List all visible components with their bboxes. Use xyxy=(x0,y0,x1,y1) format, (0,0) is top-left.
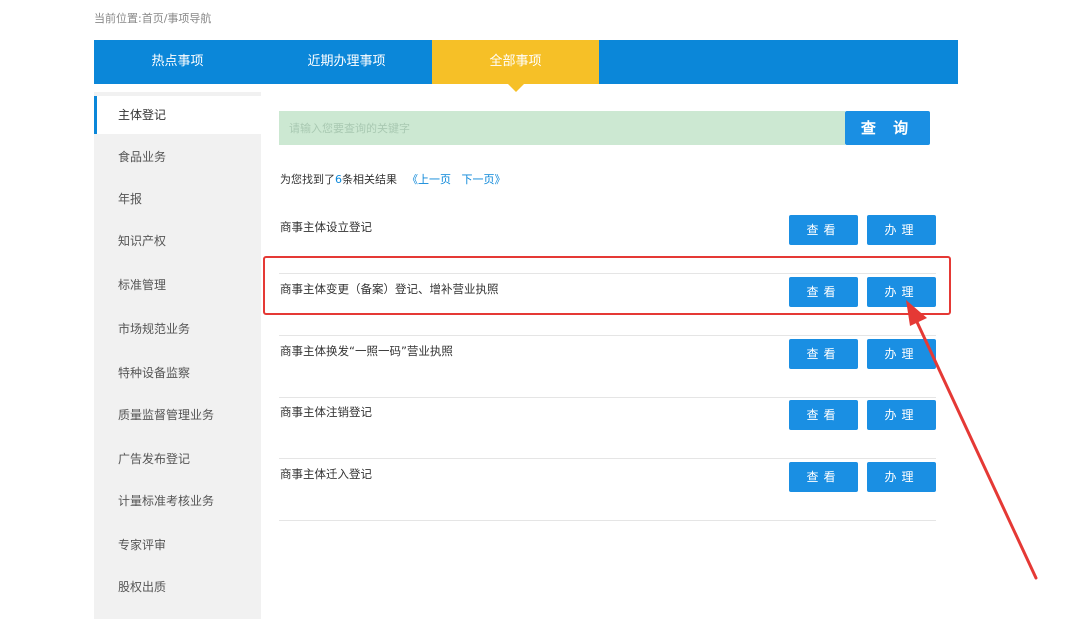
sidebar-item-special-equipment[interactable]: 特种设备监察 xyxy=(94,354,261,392)
sidebar-item-annual-report[interactable]: 年报 xyxy=(94,180,261,218)
sidebar-item-entity-registration[interactable]: 主体登记 xyxy=(94,96,261,134)
sidebar-item-food-business[interactable]: 食品业务 xyxy=(94,138,261,176)
tab-hot-items[interactable]: 热点事项 xyxy=(94,40,261,84)
sidebar-item-market-regulation[interactable]: 市场规范业务 xyxy=(94,310,261,348)
search-input[interactable] xyxy=(279,111,845,145)
view-button[interactable]: 查看 xyxy=(789,277,858,307)
view-button[interactable]: 查看 xyxy=(789,400,858,430)
item-title[interactable]: 商事主体设立登记 xyxy=(280,212,372,242)
result-prefix: 为您找到了 xyxy=(280,173,335,186)
sidebar-item-quality-supervision[interactable]: 质量监督管理业务 xyxy=(94,396,261,434)
item-title[interactable]: 商事主体注销登记 xyxy=(280,397,372,427)
sidebar-item-intellectual-property[interactable]: 知识产权 xyxy=(94,222,261,260)
handle-button[interactable]: 办理 xyxy=(867,462,936,492)
search-button[interactable]: 查 询 xyxy=(845,111,930,145)
item-title[interactable]: 商事主体迁入登记 xyxy=(280,459,372,489)
tab-recent-items[interactable]: 近期办理事项 xyxy=(261,40,432,84)
sidebar-item-expert-review[interactable]: 专家评审 xyxy=(94,526,261,564)
handle-button[interactable]: 办理 xyxy=(867,339,936,369)
sidebar-item-standard-management[interactable]: 标准管理 xyxy=(94,266,261,304)
next-page-link[interactable]: 下一页》 xyxy=(462,173,506,186)
list-item: 商事主体迁入登记 查看 办理 xyxy=(279,459,936,521)
list-item: 商事主体注销登记 查看 办理 xyxy=(279,397,936,459)
sidebar: 主体登记 食品业务 年报 知识产权 标准管理 市场规范业务 特种设备监察 质量监… xyxy=(94,92,261,619)
result-count: 6 xyxy=(335,173,342,186)
breadcrumb: 当前位置:首页/事项导航 xyxy=(94,12,212,25)
result-suffix: 条相关结果 xyxy=(342,173,397,186)
tab-all-items[interactable]: 全部事项 xyxy=(432,40,599,92)
tab-bar: 热点事项 近期办理事项 全部事项 xyxy=(94,40,958,92)
prev-page-link[interactable]: 《上一页 xyxy=(407,173,451,186)
handle-button[interactable]: 办理 xyxy=(867,215,936,245)
view-button[interactable]: 查看 xyxy=(789,339,858,369)
sidebar-item-ad-registration[interactable]: 广告发布登记 xyxy=(94,440,261,478)
handle-button[interactable]: 办理 xyxy=(867,277,936,307)
handle-button[interactable]: 办理 xyxy=(867,400,936,430)
view-button[interactable]: 查看 xyxy=(789,215,858,245)
list-item: 商事主体设立登记 查看 办理 xyxy=(279,212,936,274)
view-button[interactable]: 查看 xyxy=(789,462,858,492)
result-summary: 为您找到了6条相关结果 《上一页 下一页》 xyxy=(280,171,506,187)
list-item: 商事主体变更（备案）登记、增补营业执照 查看 办理 xyxy=(279,274,936,336)
sidebar-item-metrology-assessment[interactable]: 计量标准考核业务 xyxy=(94,482,261,520)
sidebar-item-equity-pledge[interactable]: 股权出质 xyxy=(94,568,261,606)
list-item: 商事主体换发“一照一码”营业执照 查看 办理 xyxy=(279,336,936,398)
item-title[interactable]: 商事主体换发“一照一码”营业执照 xyxy=(280,336,453,366)
item-title[interactable]: 商事主体变更（备案）登记、增补营业执照 xyxy=(280,274,499,304)
